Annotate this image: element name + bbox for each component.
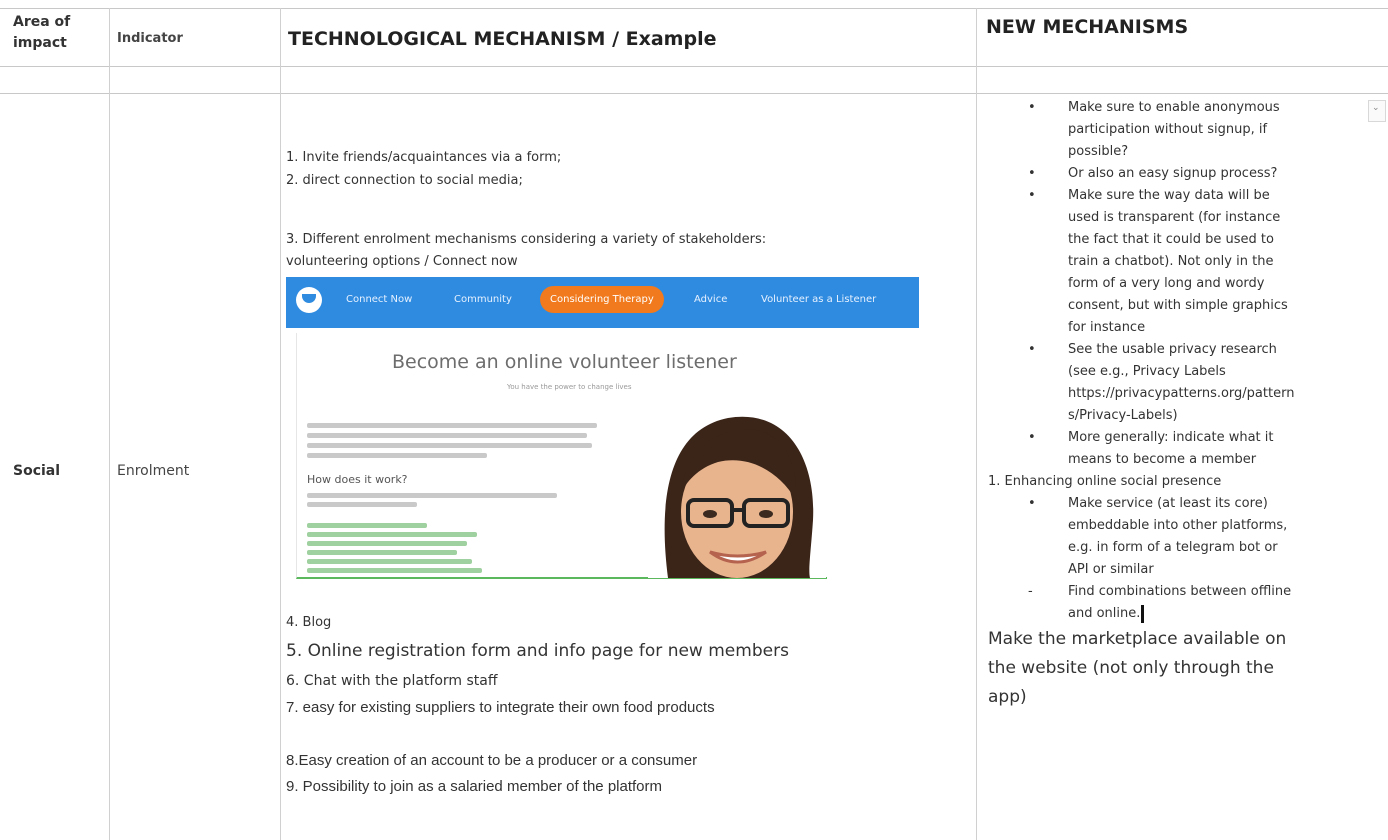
privacy-patterns-link-cont[interactable]: s/Privacy-Labels) [1068, 405, 1382, 427]
bullet-dot-icon: • [1028, 430, 1036, 445]
bullet-text: Make sure to enable anonymous [1068, 100, 1280, 115]
bullet-embeddable-service: • Make service (at least its core) embed… [986, 493, 1382, 581]
header-rule-1 [0, 66, 1388, 67]
table-top-border [0, 8, 1388, 9]
bullet-privacy-research: • See the usable privacy research (see e… [986, 339, 1382, 427]
bullet-text: train a chatbot). Not only in the [1068, 254, 1274, 269]
embedded-title: Become an online volunteer listener [392, 351, 737, 373]
tech-item-2: 2. direct connection to social media; [286, 173, 523, 188]
bullet-text: API or similar [1068, 562, 1154, 577]
tech-item-3: 3. Different enrolment mechanisms consid… [286, 232, 767, 247]
closing-line: the website (not only through the [988, 658, 1274, 678]
bullet-text: Make sure the way data will be [1068, 188, 1270, 203]
dash-item-offline-online: - Find combinations between offline and … [986, 581, 1382, 625]
embedded-subtitle: You have the power to change lives [507, 383, 632, 391]
bullet-dot-icon: • [1028, 166, 1036, 181]
closing-line: app) [988, 687, 1027, 707]
embedded-nav-connect-now: Connect Now [346, 294, 413, 305]
bullet-data-transparency: • Make sure the way data will be used is… [986, 185, 1382, 339]
blurred-checklist-line [307, 523, 427, 528]
tech-item-3-cont: volunteering options / Connect now [286, 254, 518, 269]
embedded-website-screenshot: Connect Now Community Considering Therap… [286, 277, 919, 579]
bullet-member-meaning: • More generally: indicate what it means… [986, 427, 1382, 471]
embedded-nav-volunteer: Volunteer as a Listener [761, 294, 877, 305]
blurred-text-line [307, 433, 587, 438]
tech-item-5: 5. Online registration form and info pag… [286, 641, 789, 661]
dash-marker-icon: - [1028, 584, 1033, 599]
bullet-dot-icon: • [1028, 188, 1036, 203]
header-indicator: Indicator [117, 31, 183, 46]
blurred-text-line [307, 502, 417, 507]
header-technological-mechanism: TECHNOLOGICAL MECHANISM / Example [288, 28, 717, 50]
blurred-text-line [307, 453, 487, 458]
blurred-checklist-line [307, 550, 457, 555]
bullet-text: possible? [1068, 144, 1129, 159]
bullet-text: Make service (at least its core) [1068, 496, 1268, 511]
closing-line: Make the marketplace available on [988, 629, 1287, 649]
bullet-text: used is transparent (for instance [1068, 210, 1281, 225]
bullet-text: See the usable privacy research [1068, 342, 1277, 357]
blurred-checklist-line [307, 559, 472, 564]
woman-portrait-photo [648, 400, 826, 578]
bullet-easy-signup: • Or also an easy signup process? [986, 163, 1382, 185]
header-area-of-impact: Area of impact [13, 12, 70, 54]
blurred-text-line [307, 423, 597, 428]
blurred-checklist-line [307, 532, 477, 537]
chevron-down-icon: ⌄ [1372, 103, 1380, 113]
bullet-text: (see e.g., Privacy Labels [1068, 364, 1226, 379]
bullet-text: participation without signup, if [1068, 122, 1268, 137]
new-mechanisms-list: • Make sure to enable anonymous particip… [986, 97, 1382, 712]
row-area-social: Social [13, 463, 61, 479]
header-new-mechanisms: NEW MECHANISMS [986, 16, 1189, 38]
speech-bubble-logo-icon [296, 287, 322, 313]
bullet-text: Or also an easy signup process? [1068, 166, 1278, 181]
blurred-checklist-line [307, 568, 482, 573]
header-area-line-2: impact [13, 35, 67, 51]
bullet-anonymous: • Make sure to enable anonymous particip… [986, 97, 1382, 163]
tech-item-8: 8.Easy creation of an account to be a pr… [286, 752, 698, 769]
bullet-text: embeddable into other platforms, [1068, 518, 1288, 533]
bullet-text: e.g. in form of a telegram bot or [1068, 540, 1278, 555]
header-rule-2 [0, 93, 1388, 94]
bullet-text: means to become a member [1068, 452, 1257, 467]
bullet-dot-icon: • [1028, 342, 1036, 357]
embedded-nav-considering-therapy: Considering Therapy [540, 286, 664, 313]
tech-item-6: 6. Chat with the platform staff [286, 673, 498, 689]
dash-text-cont: and online. [1068, 603, 1382, 625]
blurred-checklist-line [307, 541, 467, 546]
bullet-text: More generally: indicate what it [1068, 430, 1274, 445]
column-divider-2 [280, 8, 281, 840]
bullet-text: form of a very long and wordy [1068, 276, 1265, 291]
bullet-text: the fact that it could be used to [1068, 232, 1274, 247]
tech-item-7: 7. easy for existing suppliers to integr… [286, 699, 715, 716]
column-divider-1 [109, 8, 110, 840]
tech-item-9: 9. Possibility to join as a salaried mem… [286, 778, 663, 795]
cell-dropdown-toggle[interactable]: ⌄ [1368, 100, 1386, 122]
tech-item-4: 4. Blog [286, 615, 332, 630]
row-indicator-enrolment: Enrolment [117, 463, 190, 479]
embedded-nav-bar: Connect Now Community Considering Therap… [286, 277, 919, 328]
bullet-text: consent, but with simple graphics [1068, 298, 1288, 313]
blurred-text-line [307, 493, 557, 498]
text-cursor-icon [1141, 604, 1145, 623]
bullet-text: for instance [1068, 320, 1146, 335]
column-divider-3 [976, 8, 977, 840]
bullet-dot-icon: • [1028, 100, 1036, 115]
embedded-section-heading: How does it work? [307, 473, 408, 486]
tech-item-1: 1. Invite friends/acquaintances via a fo… [286, 150, 562, 165]
closing-paragraph: Make the marketplace available on the we… [986, 625, 1382, 712]
privacy-patterns-link[interactable]: https://privacypatterns.org/pattern [1068, 383, 1382, 405]
embedded-nav-community: Community [454, 294, 512, 305]
bullet-dot-icon: • [1028, 496, 1036, 511]
embedded-nav-advice: Advice [694, 294, 728, 305]
dash-text: Find combinations between offline [1068, 584, 1292, 599]
numbered-heading-social-presence: 1. Enhancing online social presence [988, 474, 1222, 489]
blurred-text-line [307, 443, 592, 448]
header-area-line-1: Area of [13, 14, 71, 30]
